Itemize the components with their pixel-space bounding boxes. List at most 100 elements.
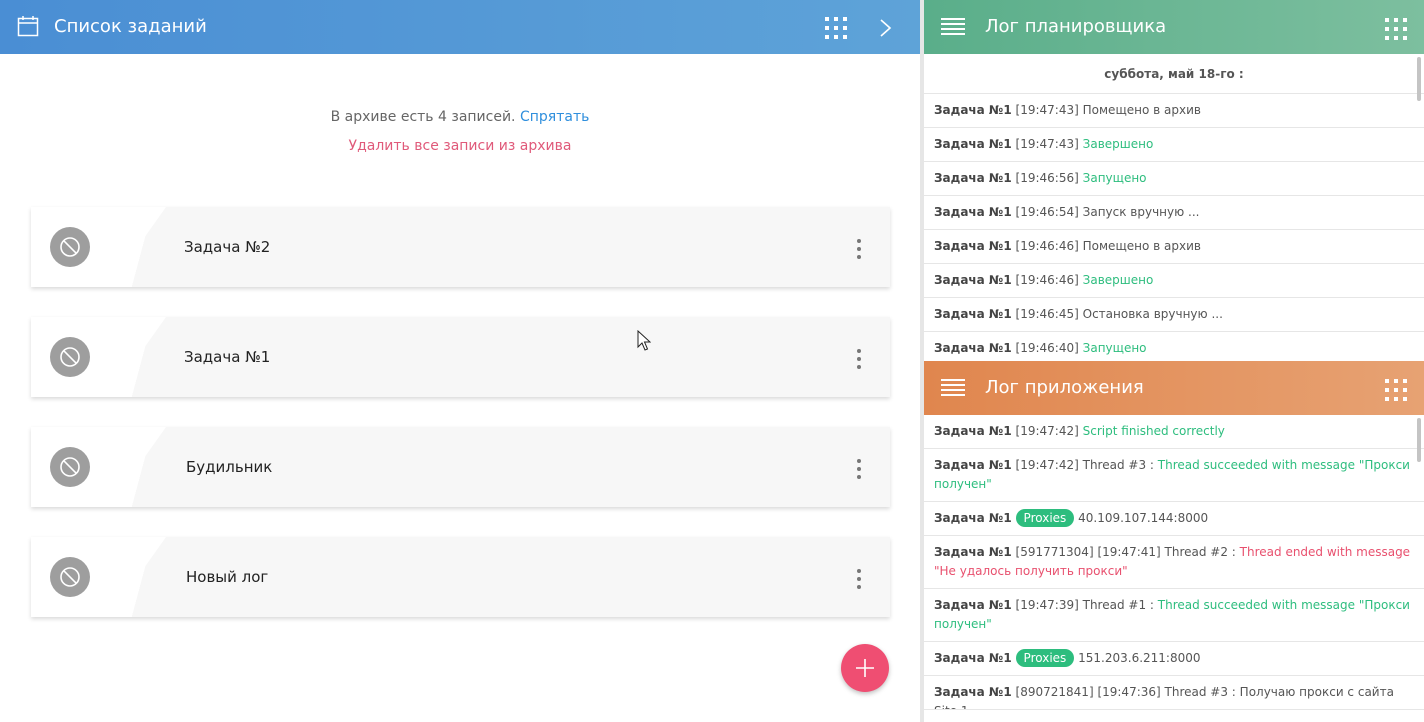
log-entry: Задача №1 Proxies 151.203.6.211:8000 — [924, 642, 1424, 676]
log-entry: Задача №1 [19:46:46] Помещено в архив — [924, 230, 1424, 264]
log-time: [19:46:46] — [1015, 239, 1079, 253]
log-entry: Задача №1 [890721841] [19:47:36] Thread … — [924, 676, 1424, 710]
log-message: Script finished correctly — [1082, 424, 1225, 438]
more-vert-icon[interactable] — [856, 459, 862, 479]
log-source: Задача №1 — [934, 651, 1012, 665]
log-source: Задача №1 — [934, 511, 1012, 525]
task-card-background — [31, 317, 890, 397]
archive-count-text: В архиве есть 4 записей. — [330, 109, 516, 125]
delete-archive-link[interactable]: Удалить все записи из архива — [0, 136, 920, 156]
log-prefix: [19:47:39] Thread #1 : — [1015, 598, 1154, 612]
log-entry: Задача №1 [19:46:56] Запущено — [924, 162, 1424, 196]
task-card[interactable]: Задача №1 — [31, 317, 890, 397]
log-entry: Задача №1 Proxies 40.109.107.144:8000 — [924, 502, 1424, 536]
app-log-header: Лог приложения — [924, 361, 1424, 415]
log-entry: Задача №1 [19:47:43] Завершено — [924, 128, 1424, 162]
task-card[interactable]: Будильник — [31, 427, 890, 507]
task-card[interactable]: Задача №2 — [31, 207, 890, 287]
app-log-scrollbar[interactable] — [1417, 418, 1421, 462]
log-message: Запущено — [1082, 171, 1147, 185]
scheduler-log-scrollbar[interactable] — [1417, 57, 1421, 101]
mouse-cursor-icon — [637, 330, 651, 351]
task-status-disabled[interactable] — [50, 337, 90, 377]
more-vert-icon[interactable] — [856, 569, 862, 589]
more-vert-icon[interactable] — [856, 349, 862, 369]
log-time: [19:46:45] — [1015, 307, 1079, 321]
task-card-background — [31, 207, 890, 287]
log-source: Задача №1 — [934, 205, 1012, 219]
task-name: Задача №2 — [184, 238, 271, 256]
task-card-background — [31, 537, 890, 617]
log-message: 40.109.107.144:8000 — [1078, 511, 1209, 525]
log-source: Задача №1 — [934, 341, 1012, 355]
log-entry: Задача №1 [19:47:39] Thread #1 : Thread … — [924, 589, 1424, 642]
log-entry: Задача №1 [19:47:42] Thread #3 : Thread … — [924, 449, 1424, 502]
log-date-header: суббота, май 18-го : — [924, 54, 1424, 94]
add-task-button[interactable] — [841, 644, 889, 692]
hide-archive-link[interactable]: Спрятать — [520, 109, 589, 125]
log-source: Задача №1 — [934, 598, 1012, 612]
log-source: Задача №1 — [934, 239, 1012, 253]
log-time: [19:46:40] — [1015, 341, 1079, 355]
log-time: [19:46:46] — [1015, 273, 1079, 287]
apps-grid-icon[interactable] — [1385, 18, 1407, 40]
log-prefix: [591771304] [19:47:41] Thread #2 : — [1015, 545, 1236, 559]
log-source: Задача №1 — [934, 458, 1012, 472]
task-list-header: Список заданий — [0, 0, 920, 54]
log-entry: Задача №1 [19:47:42] Script finished cor… — [924, 415, 1424, 449]
log-time: [19:46:54] — [1015, 205, 1079, 219]
log-message: 151.203.6.211:8000 — [1078, 651, 1201, 665]
log-panels: Лог планировщика суббота, май 18-го : За… — [924, 0, 1424, 722]
app-log-title: Лог приложения — [985, 377, 1144, 398]
task-status-disabled[interactable] — [50, 227, 90, 267]
task-list-panel: Список заданий В архиве есть 4 записей. … — [0, 0, 920, 722]
block-icon — [60, 457, 80, 477]
log-prefix: [890721841] [19:47:36] Thread #3 : — [1015, 685, 1236, 699]
log-entry: Задача №1 [19:47:43] Помещено в архив — [924, 94, 1424, 128]
log-prefix: [19:47:42] — [1015, 424, 1079, 438]
task-name: Задача №1 — [184, 348, 271, 366]
log-message: Запуск вручную ... — [1082, 205, 1200, 219]
log-source: Задача №1 — [934, 103, 1012, 117]
task-name: Новый лог — [186, 568, 269, 586]
log-source: Задача №1 — [934, 307, 1012, 321]
log-source: Задача №1 — [934, 424, 1012, 438]
log-message: Помещено в архив — [1082, 239, 1201, 253]
task-name: Будильник — [186, 458, 273, 476]
app-window: Список заданий В архиве есть 4 записей. … — [0, 0, 1424, 722]
proxies-badge: Proxies — [1015, 509, 1075, 527]
log-time: [19:47:43] — [1015, 137, 1079, 151]
scheduler-log-title: Лог планировщика — [985, 16, 1167, 37]
block-icon — [60, 347, 80, 367]
menu-lines-icon[interactable] — [941, 379, 965, 397]
apps-grid-icon[interactable] — [825, 17, 847, 39]
task-card-background — [31, 427, 890, 507]
block-icon — [60, 567, 80, 587]
more-vert-icon[interactable] — [856, 239, 862, 259]
log-prefix: [19:47:42] Thread #3 : — [1015, 458, 1154, 472]
menu-lines-icon[interactable] — [941, 18, 965, 36]
task-status-disabled[interactable] — [50, 447, 90, 487]
log-message: Запущено — [1082, 341, 1147, 355]
log-source: Задача №1 — [934, 545, 1012, 559]
log-message: Помещено в архив — [1082, 103, 1201, 117]
plus-icon — [856, 659, 874, 677]
task-list-title: Список заданий — [54, 16, 207, 37]
log-time: [19:47:43] — [1015, 103, 1079, 117]
chevron-right-icon[interactable] — [876, 17, 896, 39]
block-icon — [60, 237, 80, 257]
log-entry: Задача №1 [19:46:46] Завершено — [924, 264, 1424, 298]
task-card[interactable]: Новый лог — [31, 537, 890, 617]
task-status-disabled[interactable] — [50, 557, 90, 597]
apps-grid-icon[interactable] — [1385, 379, 1407, 401]
proxies-badge: Proxies — [1015, 649, 1075, 667]
log-entry: Задача №1 [19:46:40] Запущено — [924, 332, 1424, 361]
log-entry: Задача №1 [591771304] [19:47:41] Thread … — [924, 536, 1424, 589]
log-source: Задача №1 — [934, 137, 1012, 151]
scheduler-log-header: Лог планировщика — [924, 0, 1424, 54]
log-entry: Задача №1 [19:46:54] Запуск вручную ... — [924, 196, 1424, 230]
log-source: Задача №1 — [934, 171, 1012, 185]
log-source: Задача №1 — [934, 273, 1012, 287]
archive-info: В архиве есть 4 записей. Спрятать — [0, 107, 920, 127]
log-message: Остановка вручную ... — [1082, 307, 1223, 321]
